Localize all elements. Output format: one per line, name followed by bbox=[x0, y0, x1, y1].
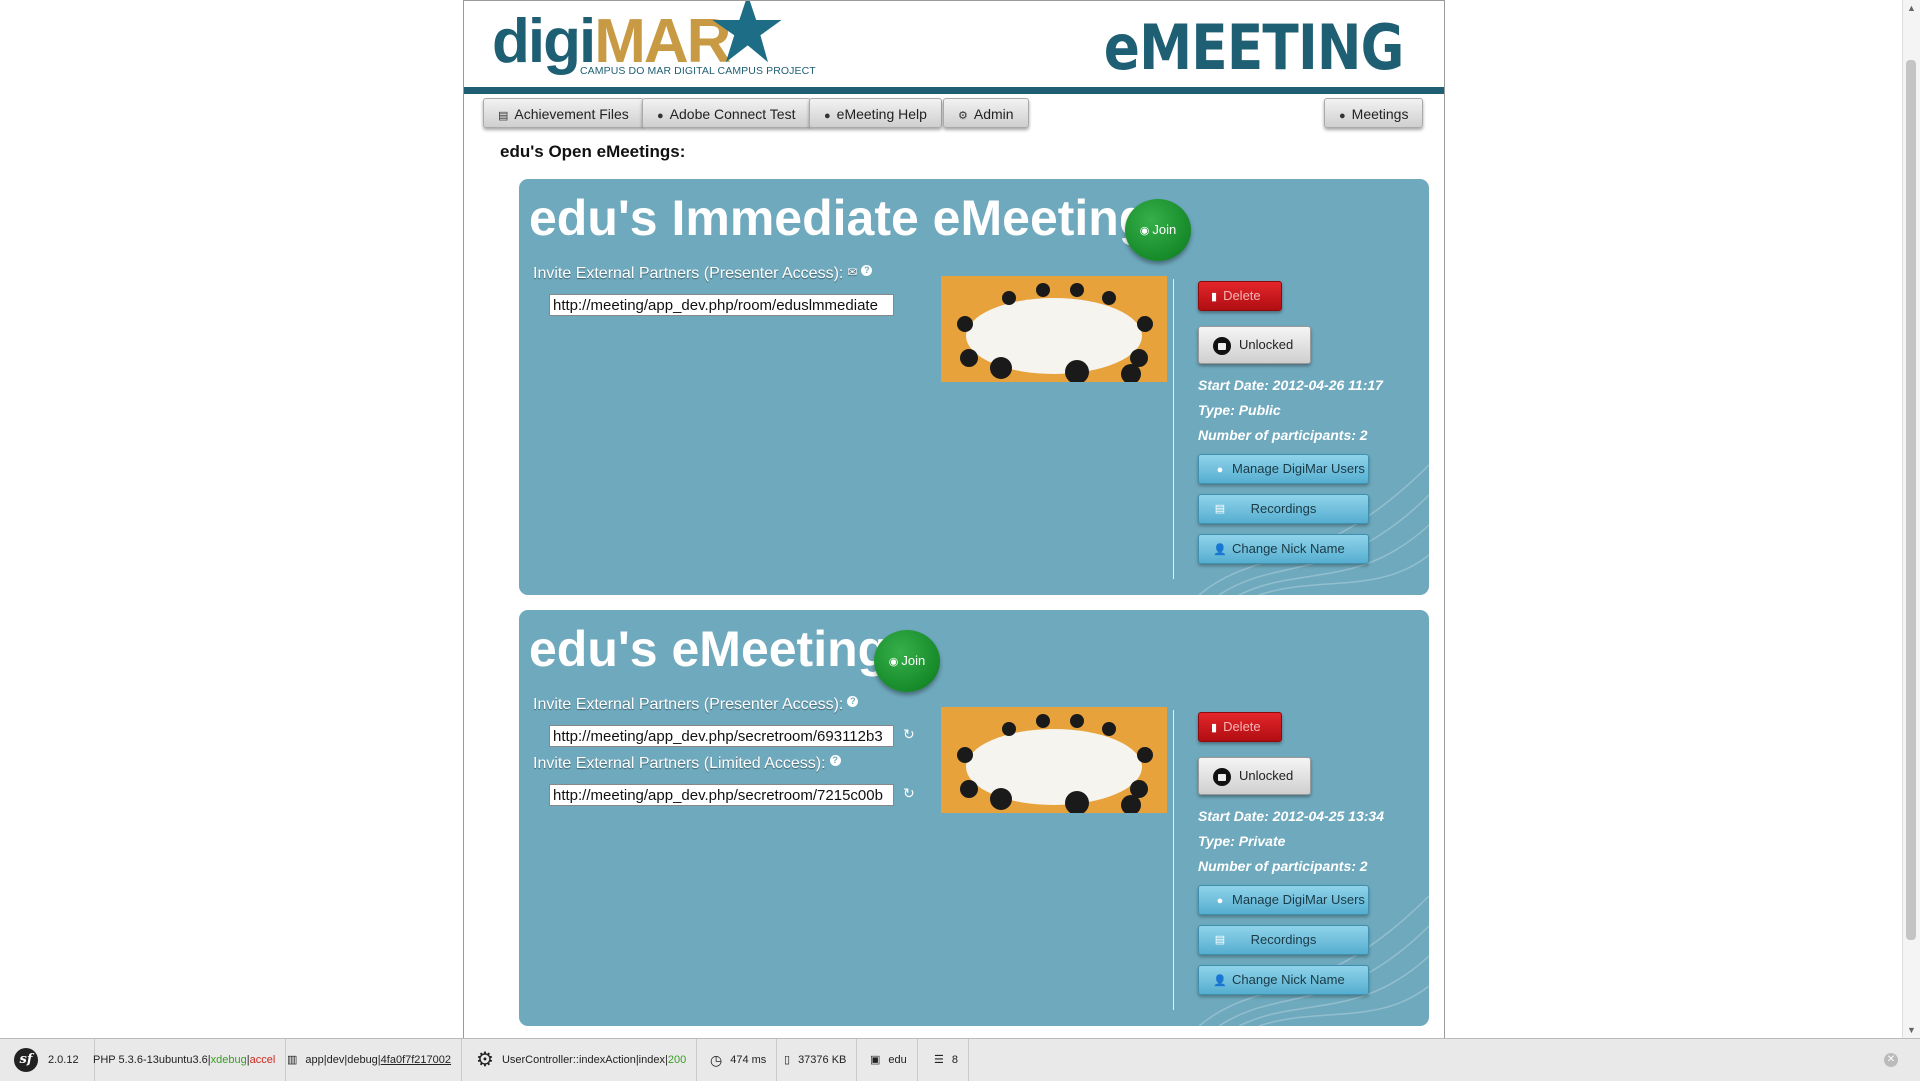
divider bbox=[1173, 710, 1174, 1010]
site-header: digiMAR CAMPUS DO MAR DIGITAL CAMPUS PRO… bbox=[464, 1, 1444, 94]
app-title: eMEETING bbox=[1104, 11, 1405, 84]
gear-icon: ⚙ bbox=[476, 1049, 494, 1072]
alert-icon: ● bbox=[657, 110, 664, 122]
delete-button[interactable]: ▮ Delete bbox=[1198, 281, 1282, 311]
presenter-url-field[interactable] bbox=[549, 294, 894, 316]
lock-icon bbox=[1213, 767, 1231, 786]
main-nav: ▤ Achievement Files ● Adobe Connect Test ●… bbox=[464, 94, 1444, 140]
plus-circle-icon: ● bbox=[1216, 464, 1224, 476]
recordings-button[interactable]: ▤ Recordings bbox=[1198, 925, 1369, 955]
participants-count: Number of participants: 2 bbox=[1198, 427, 1368, 443]
scroll-up-arrow[interactable]: ▲ bbox=[1907, 3, 1916, 13]
manage-users-button[interactable]: ● Manage DigiMar Users bbox=[1198, 454, 1369, 484]
help-icon: ● bbox=[824, 110, 831, 122]
logo-subtitle: CAMPUS DO MAR DIGITAL CAMPUS PROJECT bbox=[580, 65, 816, 77]
trash-icon: ▮ bbox=[1211, 291, 1218, 303]
recordings-button[interactable]: ▤ Recordings bbox=[1198, 494, 1369, 524]
presenter-access-label: Invite External Partners (Presenter Acce… bbox=[533, 696, 859, 714]
timer-info[interactable]: ◷ 474 ms bbox=[710, 1039, 778, 1081]
change-nick-button[interactable]: 👤 Change Nick Name bbox=[1198, 534, 1369, 564]
emeeting-help-button[interactable]: ● eMeeting Help bbox=[809, 98, 942, 128]
memory-info[interactable]: ▯ 37376 KB bbox=[784, 1039, 858, 1081]
meeting-title: edu's eMeeting bbox=[529, 621, 889, 677]
user-icon: 👤 bbox=[1213, 544, 1227, 556]
request-info[interactable]: ⚙ UserController::indexAction|index|200 bbox=[476, 1039, 698, 1081]
star-icon bbox=[712, 1, 782, 63]
meetings-button[interactable]: ● Meetings bbox=[1324, 98, 1424, 128]
help-icon[interactable]: ? bbox=[847, 696, 859, 707]
join-button[interactable]: ◉ Join bbox=[1125, 199, 1191, 261]
scrollbar-thumb[interactable] bbox=[1906, 60, 1916, 940]
profiler-token-link[interactable]: 4fa0f7f217002 bbox=[381, 1054, 451, 1066]
lock-toggle-button[interactable]: Unlocked bbox=[1198, 757, 1311, 795]
symfony-version[interactable]: sf 2.0.12 bbox=[14, 1039, 95, 1081]
meeting-title: edu's Immediate eMeeting bbox=[529, 190, 1150, 246]
php-info[interactable]: PHP 5.3.6-13ubuntu3.6|xdebug|accel bbox=[93, 1039, 287, 1081]
join-button[interactable]: ◉ Join bbox=[874, 630, 940, 692]
start-date: Start Date: 2012-04-26 11:17 bbox=[1198, 377, 1383, 393]
plus-circle-icon: ● bbox=[1216, 895, 1224, 907]
admin-button[interactable]: ⚙ Admin bbox=[943, 98, 1029, 128]
mail-icon[interactable]: ✉ bbox=[847, 265, 857, 279]
clock-icon: ◷ bbox=[710, 1052, 723, 1069]
manage-users-button[interactable]: ● Manage DigiMar Users bbox=[1198, 885, 1369, 915]
database-icon: ☰ bbox=[934, 1054, 944, 1067]
limited-access-label: Invite External Partners (Limited Access… bbox=[533, 755, 841, 773]
page-container: digiMAR CAMPUS DO MAR DIGITAL CAMPUS PRO… bbox=[463, 0, 1445, 1039]
achievement-files-button[interactable]: ▤ Achievement Files bbox=[483, 98, 644, 128]
play-circle-icon: ◉ bbox=[1139, 225, 1150, 237]
change-nick-button[interactable]: 👤 Change Nick Name bbox=[1198, 965, 1369, 995]
plus-circle-icon: ● bbox=[1339, 110, 1346, 122]
symfony-logo-icon: sf bbox=[14, 1048, 38, 1073]
presenter-url-field[interactable] bbox=[549, 725, 894, 747]
db-queries-info[interactable]: ☰ 8 bbox=[934, 1039, 969, 1081]
browser-scrollbar[interactable]: ▲ ▼ bbox=[1902, 0, 1920, 1038]
play-circle-icon: ◉ bbox=[888, 656, 899, 668]
document-icon: ▤ bbox=[498, 110, 509, 122]
presenter-access-label: Invite External Partners (Presenter Acce… bbox=[533, 265, 873, 283]
meeting-card: edu's eMeeting ◉ Join Invite External Par… bbox=[519, 610, 1429, 1026]
scroll-down-arrow[interactable]: ▼ bbox=[1907, 1025, 1916, 1035]
user-icon: 👤 bbox=[1213, 975, 1227, 987]
refresh-icon[interactable]: ↻ bbox=[903, 785, 915, 802]
participants-count: Number of participants: 2 bbox=[1198, 858, 1368, 874]
user-card-icon: ▣ bbox=[870, 1054, 881, 1067]
memory-icon: ▯ bbox=[784, 1054, 791, 1067]
lock-icon bbox=[1213, 336, 1231, 355]
film-icon: ▤ bbox=[1214, 503, 1226, 515]
config-icon: ▥ bbox=[287, 1054, 298, 1067]
start-date: Start Date: 2012-04-25 13:34 bbox=[1198, 808, 1384, 824]
refresh-icon[interactable]: ↻ bbox=[903, 726, 915, 743]
open-meetings-heading: edu's Open eMeetings: bbox=[500, 142, 686, 161]
help-icon[interactable]: ? bbox=[829, 755, 841, 766]
help-icon[interactable]: ? bbox=[861, 265, 873, 276]
limited-url-field[interactable] bbox=[549, 784, 894, 806]
close-toolbar-icon[interactable]: ✕ bbox=[1884, 1053, 1898, 1067]
meeting-thumbnail bbox=[941, 276, 1167, 382]
trash-icon: ▮ bbox=[1211, 722, 1218, 734]
meeting-thumbnail bbox=[941, 707, 1167, 813]
meeting-card: edu's Immediate eMeeting ◉ Join Invite Ex… bbox=[519, 179, 1429, 595]
gear-icon: ⚙ bbox=[958, 110, 968, 122]
meeting-type: Type: Public bbox=[1198, 402, 1281, 418]
divider bbox=[1173, 279, 1174, 579]
meeting-type: Type: Private bbox=[1198, 833, 1286, 849]
delete-button[interactable]: ▮ Delete bbox=[1198, 712, 1282, 742]
environment-info[interactable]: ▥ app|dev|debug|4fa0f7f217002 bbox=[287, 1039, 463, 1081]
user-info[interactable]: ▣ edu bbox=[870, 1039, 918, 1081]
symfony-debug-toolbar: sf 2.0.12 PHP 5.3.6-13ubuntu3.6|xdebug|ac… bbox=[0, 1038, 1920, 1081]
lock-toggle-button[interactable]: Unlocked bbox=[1198, 326, 1311, 364]
adobe-connect-test-button[interactable]: ● Adobe Connect Test bbox=[642, 98, 811, 128]
film-icon: ▤ bbox=[1214, 934, 1226, 946]
